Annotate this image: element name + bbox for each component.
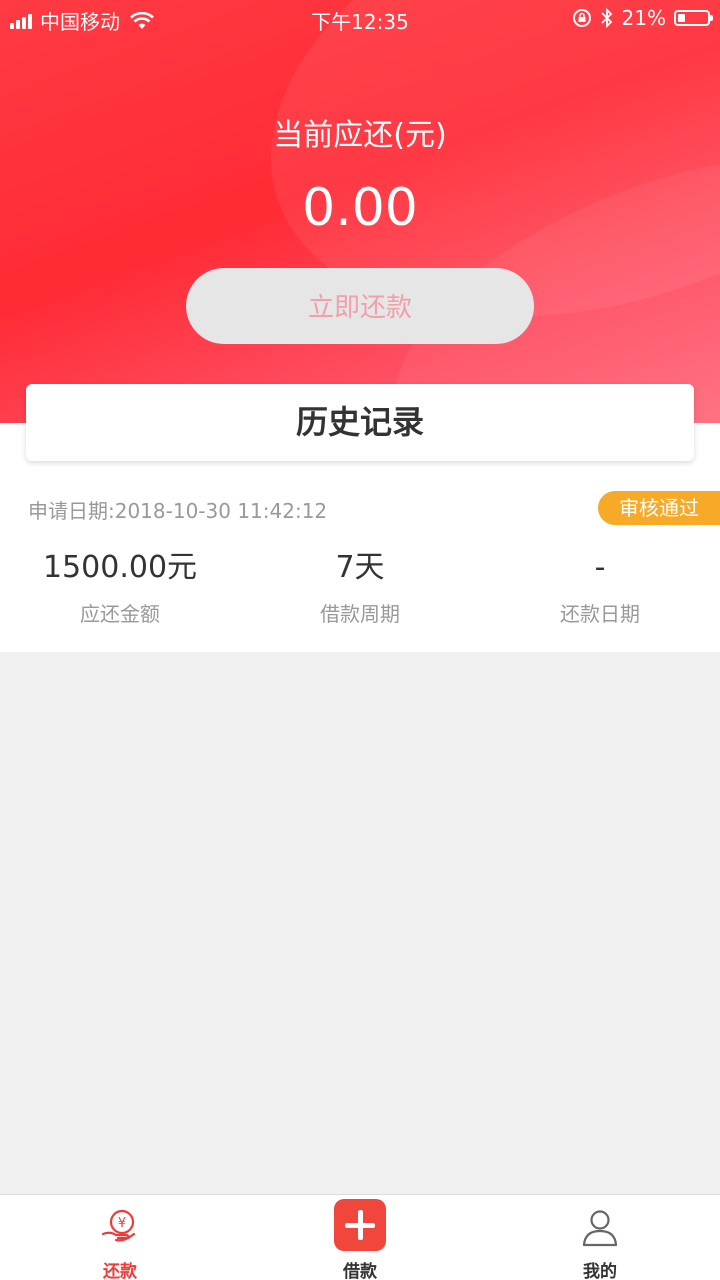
tab-mine-label: 我的: [583, 1262, 617, 1280]
repay-date-stat: - 还款日期: [480, 548, 720, 627]
battery-percent: 21%: [621, 6, 666, 30]
user-icon: [582, 1210, 618, 1247]
tab-repay-label: 还款: [103, 1262, 137, 1280]
status-badge: 审核通过: [598, 491, 720, 525]
due-amount: 0.00: [302, 178, 418, 238]
tab-borrow-label: 借款: [343, 1262, 377, 1280]
status-bar: 中国移动 下午12:35 21%: [0, 0, 720, 38]
page: 中国移动 下午12:35 21% 当前应还(元) 0.00 立即还款 历史记录: [0, 0, 720, 1280]
tab-repay[interactable]: ¥ 还款: [0, 1195, 240, 1280]
period-stat: 7天 借款周期: [240, 548, 480, 627]
apply-date: 申请日期:2018-10-30 11:42:12: [28, 499, 328, 523]
rotation-lock-icon: [572, 9, 591, 27]
amount-label: 应还金额: [80, 602, 160, 626]
due-label: 当前应还(元): [273, 118, 447, 153]
plus-icon: [334, 1199, 386, 1251]
status-right: 21%: [572, 6, 713, 30]
tab-bar: ¥ 还款 借款 我的: [0, 1194, 720, 1280]
history-title: 历史记录: [26, 384, 694, 461]
period-value: 7天: [335, 550, 385, 585]
repay-date-label: 还款日期: [560, 602, 640, 626]
bluetooth-icon: [600, 8, 612, 28]
repay-yen-icon: ¥: [101, 1209, 136, 1242]
amount-value: 1500.00元: [42, 550, 198, 585]
tab-borrow[interactable]: 借款: [240, 1195, 480, 1280]
amount-stat: 1500.00元 应还金额: [0, 548, 240, 627]
period-label: 借款周期: [320, 602, 400, 626]
repay-now-button[interactable]: 立即还款: [186, 268, 534, 344]
svg-text:¥: ¥: [118, 1216, 126, 1231]
repay-date-value: -: [594, 550, 606, 585]
tab-mine[interactable]: 我的: [480, 1195, 720, 1280]
battery-icon: [674, 10, 713, 26]
